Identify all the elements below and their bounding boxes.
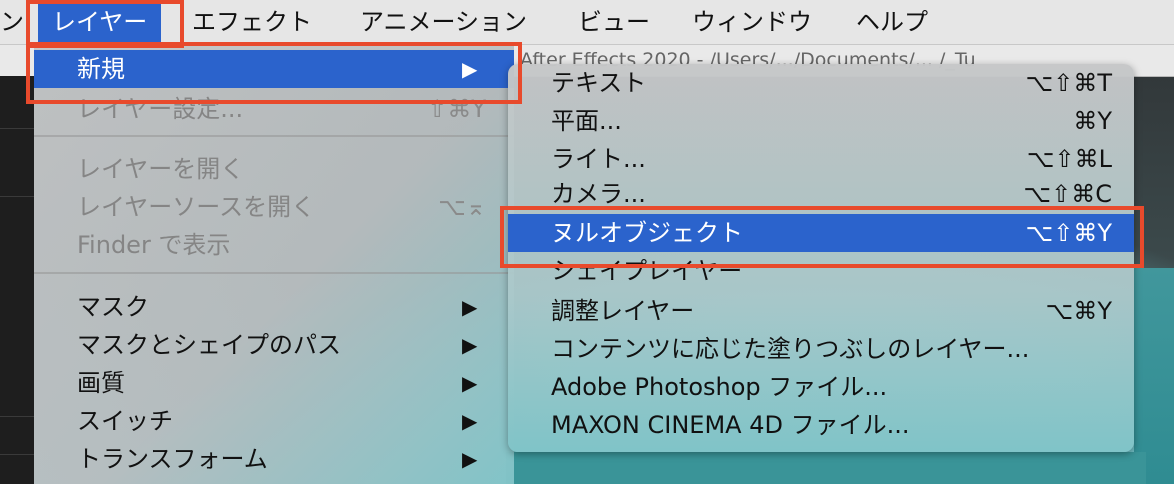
menu-item-label: マスクとシェイプのパス: [77, 331, 341, 359]
menu-item-shortcut: ⌥⌘Y: [1045, 297, 1112, 325]
menu-item-shortcut: ⌥⇧⌘C: [1023, 180, 1112, 208]
menu-item-shortcut: ⌘Y: [1073, 107, 1112, 135]
submenu-arrow-icon: ▶: [462, 295, 478, 319]
menu-animation[interactable]: アニメーション: [360, 0, 527, 44]
menu-item-reveal-in-finder: Finder で表示: [34, 226, 514, 264]
menu-item-shortcut: ⌥⇧⌘T: [1025, 69, 1112, 97]
menu-item-shortcut: ⌥⇧⌘Y: [1025, 219, 1112, 247]
menu-separator: [34, 272, 514, 274]
menu-item-switches[interactable]: スイッチ ▶: [34, 402, 514, 440]
menu-item-label: レイヤーを開く: [77, 155, 245, 183]
menu-item-label: カメラ...: [551, 180, 646, 208]
menu-item-label: テキスト: [551, 69, 647, 97]
menu-item-mask[interactable]: マスク ▶: [34, 288, 514, 326]
menu-item-label: MAXON CINEMA 4D ファイル...: [551, 411, 910, 439]
menu-item-shortcut: ⌥⇧⌘L: [1026, 145, 1112, 173]
menu-item-label: トランスフォーム: [77, 445, 268, 473]
menu-help[interactable]: ヘルプ: [856, 0, 928, 44]
submenu-item-text[interactable]: テキスト ⌥⇧⌘T: [508, 64, 1134, 102]
menu-item-label: コンテンツに応じた塗りつぶしのレイヤー...: [551, 335, 1030, 363]
menu-item-label: Adobe Photoshop ファイル...: [551, 373, 888, 401]
menu-item-label: マスク: [77, 293, 149, 321]
menu-item-label: スイッチ: [77, 407, 173, 435]
menu-item-shortcut: ⇧⌘Y: [427, 95, 486, 123]
layer-menu: 新規 ▶ レイヤー設定... ⇧⌘Y レイヤーを開く レイヤーソースを開く ⌥⌅…: [34, 44, 514, 484]
menu-item-shortcut: ⌥⌅: [438, 193, 486, 221]
submenu-arrow-icon: ▶: [462, 57, 478, 81]
menu-item-label: シェイプレイヤー: [551, 257, 743, 285]
menu-item-label: 画質: [77, 369, 125, 397]
menu-item-transform[interactable]: トランスフォーム ▶: [34, 440, 514, 478]
menu-item-label: 調整レイヤー: [551, 297, 695, 325]
submenu-item-light[interactable]: ライト... ⌥⇧⌘L: [508, 140, 1134, 178]
left-panel: [0, 76, 34, 484]
menu-view[interactable]: ビュー: [578, 0, 650, 44]
menu-item-label: 平面...: [551, 107, 622, 135]
menu-item-label: レイヤーソースを開く: [77, 193, 316, 221]
submenu-item-cinema4d-file[interactable]: MAXON CINEMA 4D ファイル...: [508, 406, 1134, 444]
menu-item-layer-settings: レイヤー設定... ⇧⌘Y: [34, 90, 514, 128]
menu-item-label: Finder で表示: [77, 231, 231, 259]
menu-layer[interactable]: レイヤー: [38, 0, 162, 44]
menu-bar: ン レイヤー エフェクト アニメーション ビュー ウィンドウ ヘルプ: [0, 0, 1174, 45]
composition-viewer-bottom: [506, 452, 1146, 484]
submenu-arrow-icon: ▶: [462, 333, 478, 357]
submenu-item-null-object[interactable]: ヌルオブジェクト ⌥⇧⌘Y: [508, 214, 1134, 252]
menu-item-new[interactable]: 新規 ▶: [34, 50, 514, 88]
submenu-item-content-aware-fill-layer[interactable]: コンテンツに応じた塗りつぶしのレイヤー...: [508, 330, 1134, 368]
submenu-arrow-icon: ▶: [462, 371, 478, 395]
submenu-arrow-icon: ▶: [462, 447, 478, 471]
new-submenu: テキスト ⌥⇧⌘T 平面... ⌘Y ライト... ⌥⇧⌘L カメラ... ⌥⇧…: [508, 64, 1134, 452]
submenu-item-solid[interactable]: 平面... ⌘Y: [508, 102, 1134, 140]
menu-item-label: 新規: [77, 55, 125, 83]
menu-item-label: レイヤー設定...: [77, 95, 244, 123]
menu-item-mask-and-shape-path[interactable]: マスクとシェイプのパス ▶: [34, 326, 514, 364]
menu-effect[interactable]: エフェクト: [192, 0, 312, 44]
menu-separator: [34, 135, 514, 137]
menu-item-open-layer: レイヤーを開く: [34, 150, 514, 188]
menu-item-open-layer-source: レイヤーソースを開く ⌥⌅: [34, 188, 514, 226]
submenu-item-shape-layer[interactable]: シェイプレイヤー: [508, 252, 1134, 290]
menu-item-quality[interactable]: 画質 ▶: [34, 364, 514, 402]
submenu-item-adjustment-layer[interactable]: 調整レイヤー ⌥⌘Y: [508, 292, 1134, 330]
submenu-arrow-icon: ▶: [462, 409, 478, 433]
menu-item-label: ヌルオブジェクト: [551, 219, 743, 247]
menu-item-label: ライト...: [551, 145, 646, 173]
menu-window[interactable]: ウィンドウ: [692, 0, 812, 44]
submenu-item-camera[interactable]: カメラ... ⌥⇧⌘C: [508, 175, 1134, 213]
submenu-item-photoshop-file[interactable]: Adobe Photoshop ファイル...: [508, 368, 1134, 406]
menu-animation-partial[interactable]: ン: [0, 0, 24, 44]
